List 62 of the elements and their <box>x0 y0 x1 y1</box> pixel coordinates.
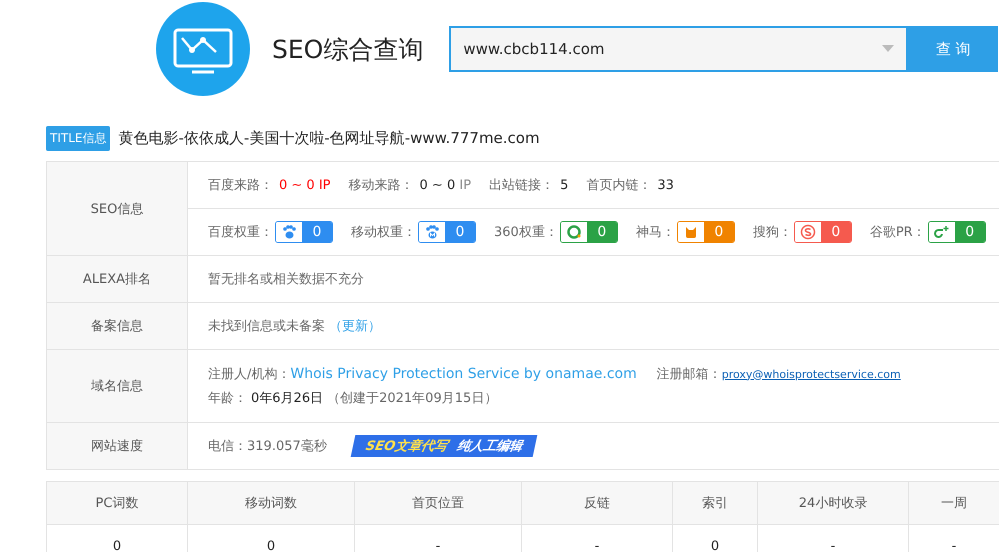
s-logo-icon <box>800 224 816 240</box>
weight-label: 谷歌PR： <box>870 224 926 241</box>
row-label: 域名信息 <box>47 350 188 422</box>
weight-label: 神马： <box>636 224 675 241</box>
table-cell: 0 <box>188 525 355 552</box>
weight-label: 移动权重： <box>351 224 416 241</box>
created-date: （创建于2021年09月15日） <box>327 390 498 407</box>
weight-badge: 0 <box>676 221 735 243</box>
row-label: 网站速度 <box>47 423 188 469</box>
row-label: SEO信息 <box>47 162 188 255</box>
query-button[interactable]: 查 询 <box>908 26 998 72</box>
metric-value: 5 <box>560 178 568 192</box>
metric-label: 百度来路： <box>208 177 273 194</box>
row-label: 备案信息 <box>47 303 188 349</box>
beian-text: 未找到信息或未备案 <box>208 318 325 335</box>
column-header: 24小时收录 <box>758 482 909 525</box>
speed-text: 电信：319.057毫秒 <box>208 438 327 455</box>
metric-label: 移动来路： <box>348 177 414 194</box>
monitor-chart-logo-icon <box>156 2 250 96</box>
column-header: 一周 <box>909 482 999 525</box>
column-header: 反链 <box>522 482 673 525</box>
email-label: 注册邮箱： <box>656 366 722 383</box>
weight-badge: 0 <box>275 221 333 243</box>
column-header: 首页位置 <box>355 482 522 525</box>
metric-label: 首页内链： <box>586 177 652 194</box>
weight-label: 百度权重： <box>208 224 273 241</box>
age-label: 年龄： <box>208 390 247 407</box>
search-field[interactable]: www.cbcb114.com <box>449 26 908 72</box>
metric-value: 0 ~ 0 IP <box>279 178 331 192</box>
page-title: SEO综合查询 <box>272 34 424 66</box>
table-cell: - <box>758 525 909 552</box>
weight-label: 搜狗： <box>752 224 792 241</box>
weight-badge: 0 <box>560 221 618 243</box>
row-label: ALEXA排名 <box>47 256 188 302</box>
site-title: 黄色电影-依依成人-美国十次啦-色网址导航-www.777me.com <box>118 129 540 148</box>
column-header: PC词数 <box>47 482 188 525</box>
weight-badge: 0 <box>928 221 986 243</box>
email-link[interactable]: proxy@whoisprotectservice.com <box>722 368 901 380</box>
paw-icon <box>424 224 440 240</box>
table-cell: - <box>909 525 999 552</box>
weight-badge: 0 <box>418 221 476 243</box>
metric-value: 33 <box>657 178 674 192</box>
paw-icon <box>281 224 297 240</box>
ring-icon <box>566 224 582 240</box>
column-header: 移动词数 <box>188 482 355 525</box>
weight-label: 360权重： <box>494 224 558 241</box>
age-value: 0年6月26日 <box>251 390 324 407</box>
table-cell: - <box>522 525 673 552</box>
table-cell: 0 <box>47 525 188 552</box>
update-link[interactable]: （更新） <box>329 317 381 335</box>
metric-value: 0 ~ 0 IP <box>420 178 472 192</box>
metric-label: 出站链接： <box>489 177 554 194</box>
column-header: 索引 <box>673 482 758 525</box>
dropdown-caret-icon[interactable] <box>882 45 894 53</box>
registrant-link[interactable]: Whois Privacy Protection Service by onamae.com <box>290 366 637 382</box>
ad-banner[interactable]: SEO文章代写 纯人工编辑 <box>350 435 538 457</box>
table-cell: - <box>355 525 522 552</box>
alexa-text: 暂无排名或相关数据不充分 <box>208 271 365 288</box>
registrant-label: 注册人/机构： <box>208 366 290 383</box>
table-cell: 0 <box>673 525 758 552</box>
weight-badge: 0 <box>794 221 852 243</box>
title-badge: TITLE信息 <box>46 126 110 151</box>
